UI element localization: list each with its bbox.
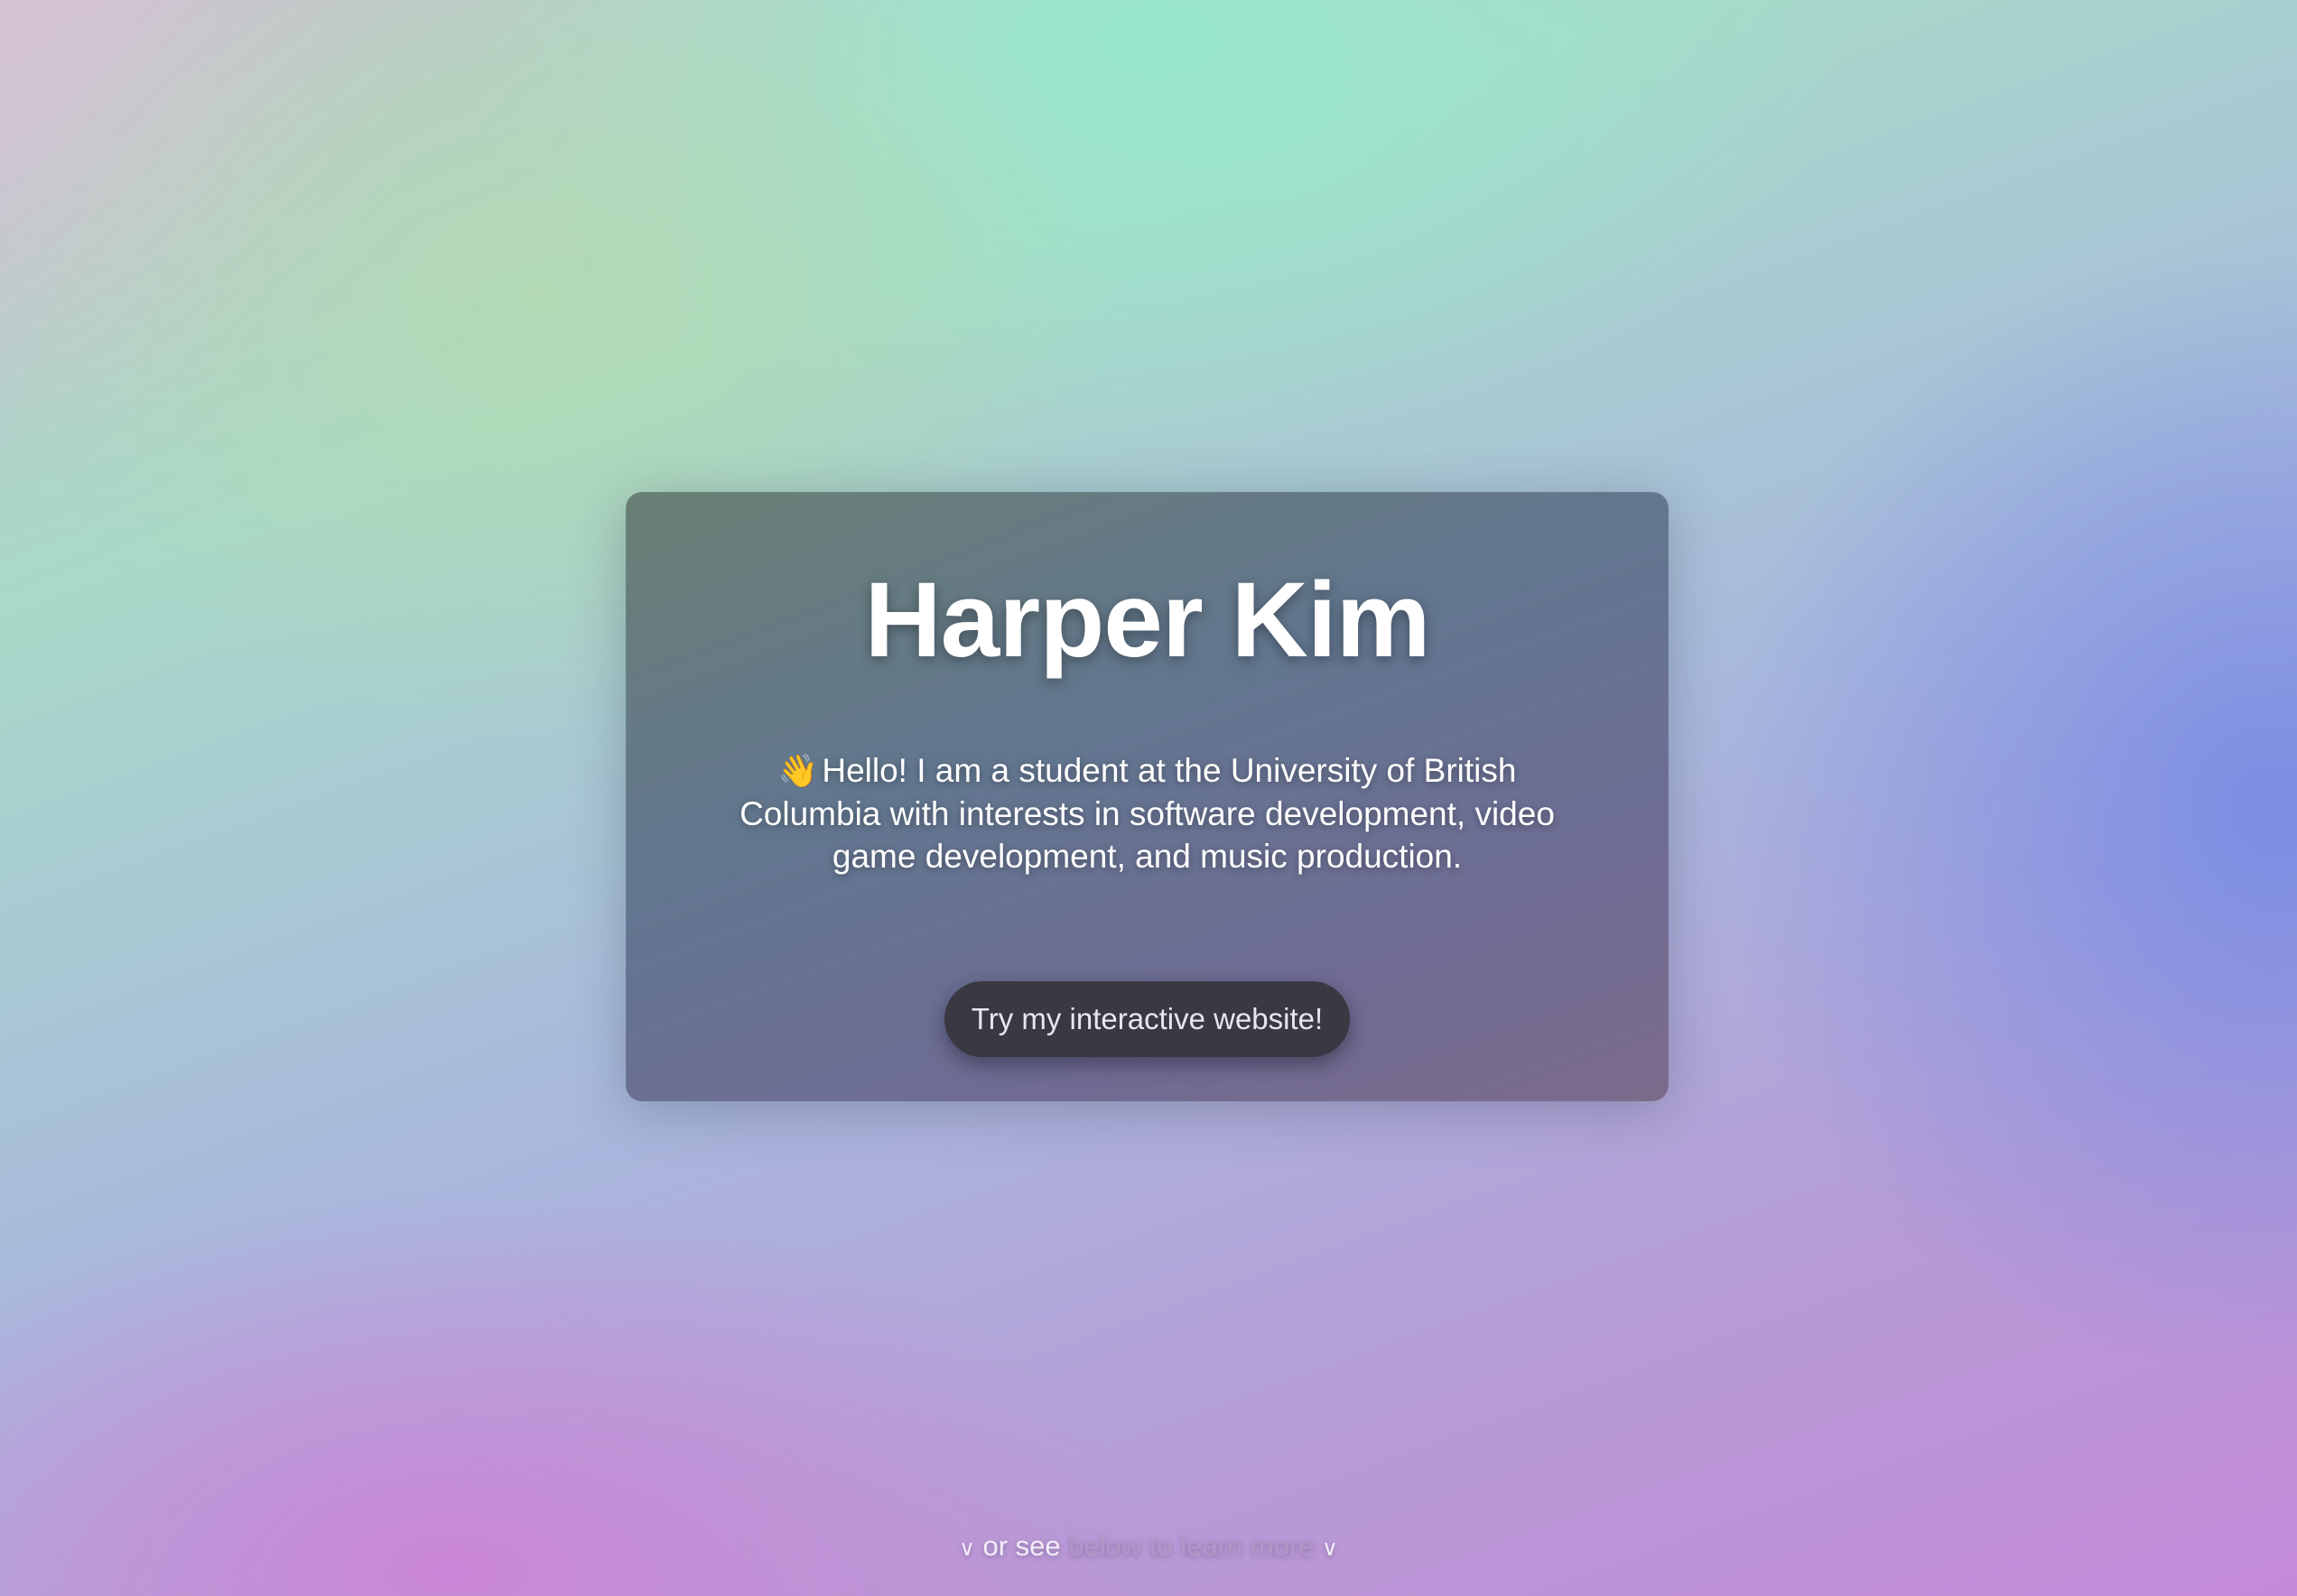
intro-text: 👋 Hello! I am a student at the University… bbox=[719, 749, 1576, 877]
scroll-hint[interactable]: ∨ or see below to learn more ∨ bbox=[0, 1530, 2297, 1563]
interactive-website-button[interactable]: Try my interactive website! bbox=[944, 981, 1351, 1057]
page-title: Harper Kim bbox=[864, 561, 1430, 680]
scroll-hint-faded: below to learn more bbox=[1068, 1530, 1315, 1562]
waving-hand-icon: 👋 bbox=[777, 753, 819, 790]
chevron-down-icon: ∨ bbox=[1322, 1536, 1338, 1561]
intro-paragraph: Hello! I am a student at the University … bbox=[739, 752, 1555, 875]
chevron-down-icon: ∨ bbox=[959, 1536, 975, 1561]
scroll-hint-strong: or see bbox=[982, 1530, 1061, 1562]
hero-card: Harper Kim 👋 Hello! I am a student at the… bbox=[626, 492, 1669, 1101]
